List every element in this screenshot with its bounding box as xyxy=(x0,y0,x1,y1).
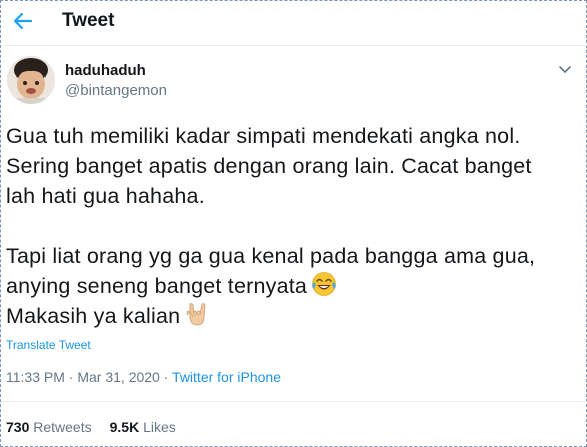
likes-label: Likes xyxy=(143,419,176,435)
tweet-time[interactable]: 11:33 PM xyxy=(6,369,65,385)
meta-separator: · xyxy=(159,369,173,385)
tweet-source-link[interactable]: Twitter for iPhone xyxy=(172,369,281,385)
chevron-down-icon xyxy=(559,66,571,73)
tweet-line: Gua tuh memiliki kadar simpati mendekati… xyxy=(6,124,521,148)
tweet-page: Tweet haduhaduh @bintangemon Gua tuh mem… xyxy=(0,0,587,447)
author-handle[interactable]: @bintangemon xyxy=(65,82,167,99)
back-button[interactable] xyxy=(10,8,36,34)
tweet-line: lah hati gua hahaha. xyxy=(6,184,205,208)
tweet-text: Gua tuh memiliki kadar simpati mendekati… xyxy=(6,121,584,331)
retweets-count: 730 xyxy=(6,419,30,435)
retweets-label: Retweets xyxy=(33,419,92,435)
arrow-left-icon xyxy=(13,12,33,30)
tweet-line: Makasih ya kalian xyxy=(6,304,181,328)
page-title: Tweet xyxy=(62,10,115,31)
translate-tweet-link[interactable]: Translate Tweet xyxy=(6,338,91,352)
tweet-line-with-emoji: anying seneng banget ternyata xyxy=(6,271,584,301)
divider xyxy=(2,401,587,402)
avatar-photo xyxy=(7,56,55,104)
retweets-stat[interactable]: 730 Retweets xyxy=(6,419,92,435)
sign-of-horns-icon xyxy=(186,303,206,326)
meta-separator: · xyxy=(64,369,78,385)
tweet-line: anying seneng banget ternyata xyxy=(6,274,308,298)
tweet-line: Sering banget apatis dengan orang lain. … xyxy=(6,154,532,178)
author-display-name[interactable]: haduhaduh xyxy=(65,62,146,79)
tweet-line: Tapi liat orang yg ga gua kenal pada ban… xyxy=(6,244,536,268)
likes-stat[interactable]: 9.5K Likes xyxy=(110,419,176,435)
tweet-meta: 11:33 PM · Mar 31, 2020 · Twitter for iP… xyxy=(6,369,281,385)
more-options-button[interactable] xyxy=(557,63,573,77)
tweet-date[interactable]: Mar 31, 2020 xyxy=(77,369,160,385)
tweet-line-with-emoji: Makasih ya kalian xyxy=(6,301,584,331)
avatar[interactable] xyxy=(7,56,55,104)
tweet-stats: 730 Retweets 9.5K Likes xyxy=(6,419,176,435)
page-header: Tweet xyxy=(2,2,587,46)
likes-count: 9.5K xyxy=(109,419,140,435)
face-with-tears-of-joy-icon xyxy=(312,272,336,296)
